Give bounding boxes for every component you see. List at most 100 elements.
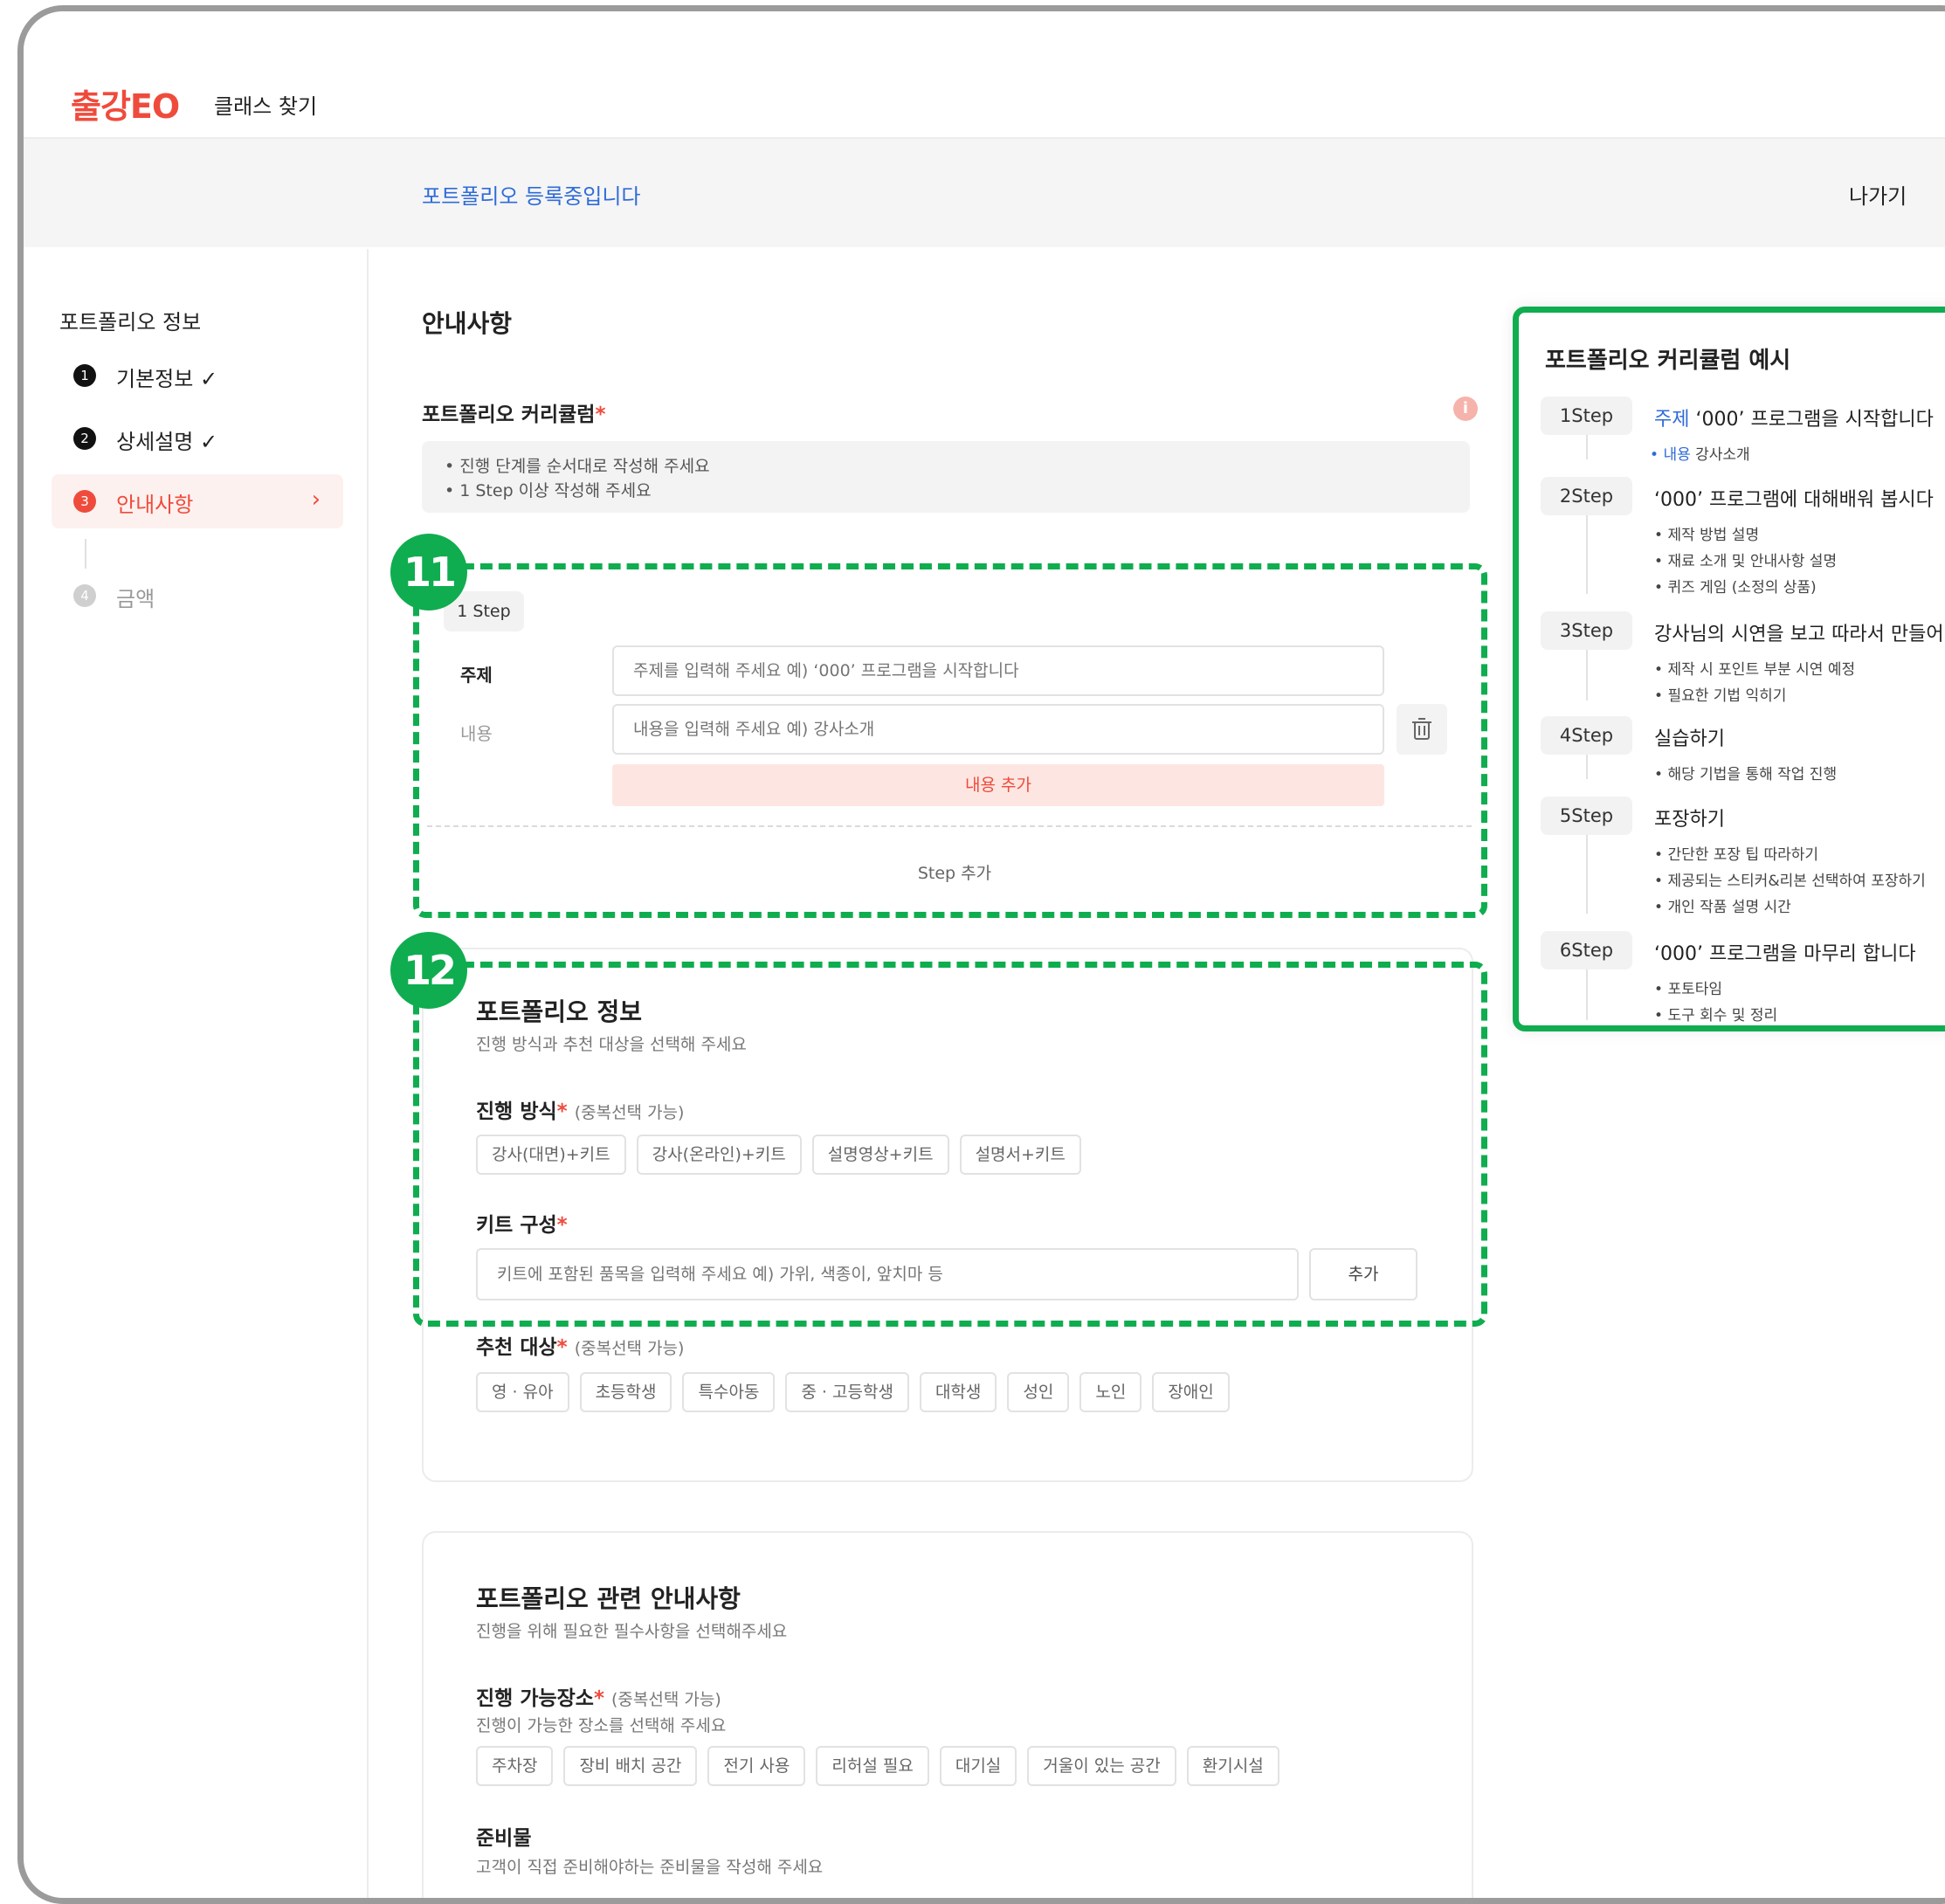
bullet-text: 포토타임 xyxy=(1667,981,1722,998)
bullet-text: 제작 시 포인트 부분 시연 예정 xyxy=(1667,661,1856,679)
heading-prefix: 주제 xyxy=(1654,409,1690,431)
bullet-text: 제공되는 스티커&리본 선택하여 포장하기 xyxy=(1667,873,1926,890)
top-nav: 출강EO 클래스 찾기 xyxy=(24,11,1945,139)
place-chip[interactable]: 환기시설 xyxy=(1186,1746,1279,1786)
example-title: 포트폴리오 커리큘럼 예시 xyxy=(1545,348,1791,374)
target-chip[interactable]: 대학생 xyxy=(919,1372,997,1412)
multi-select-note: (중복선택 가능) xyxy=(611,1690,721,1709)
example-step-chip: 2Step xyxy=(1541,477,1632,515)
card-title: 포트폴리오 관련 안내사항 xyxy=(476,1584,741,1613)
bullet-text: 퀴즈 게임 (소정의 상품) xyxy=(1667,579,1817,597)
bullet-text: 간단한 포장 팁 따라하기 xyxy=(1667,846,1819,864)
bullet-text: 해당 기법을 통해 작업 진행 xyxy=(1667,766,1838,783)
curriculum-label: 포트폴리오 커리큘럼* xyxy=(422,397,605,427)
example-bullet: • 내용 강사소개 xyxy=(1650,446,1750,464)
step-number-badge: 4 xyxy=(73,584,96,607)
place-chip[interactable]: 전기 사용 xyxy=(707,1746,806,1786)
step-connector xyxy=(1586,515,1588,594)
step-connector xyxy=(1586,835,1588,914)
example-step-chip: 5Step xyxy=(1541,797,1632,835)
example-step-chip: 1Step xyxy=(1541,397,1632,435)
example-bullet: • 개인 작품 설명 시간 xyxy=(1654,899,1791,916)
target-chip[interactable]: 초등학생 xyxy=(579,1372,672,1412)
example-step-heading: 주제 ‘000’ 프로그램을 시작합니다 xyxy=(1654,404,1934,431)
step-number-badge: 3 xyxy=(73,490,96,513)
step-number-badge: 1 xyxy=(73,364,96,387)
example-step-chip: 6Step xyxy=(1541,931,1632,969)
exit-button[interactable]: 나가기 xyxy=(1849,179,1907,210)
place-chip[interactable]: 대기실 xyxy=(939,1746,1017,1786)
target-label-text: 추천 대상 xyxy=(476,1336,557,1359)
step-connector xyxy=(1586,755,1588,779)
bullet-text: 필요한 기법 익히기 xyxy=(1667,687,1787,705)
place-label-text: 진행 가능장소 xyxy=(476,1687,594,1710)
place-chip[interactable]: 리허설 필요 xyxy=(816,1746,929,1786)
chevron-right-icon: › xyxy=(311,486,321,513)
step-connector xyxy=(1586,969,1588,1020)
prep-subtitle: 고객이 직접 준비해야하는 준비물을 작성해 주세요 xyxy=(476,1858,824,1877)
example-bullet: • 포토타임 xyxy=(1654,981,1722,998)
target-chip[interactable]: 장애인 xyxy=(1152,1372,1230,1412)
bullet-text: 강사소개 xyxy=(1695,446,1750,464)
curriculum-example-panel: 포트폴리오 커리큘럼 예시 1Step 주제 ‘000’ 프로그램을 시작합니다… xyxy=(1513,307,1945,1031)
portfolio-notice-card: 포트폴리오 관련 안내사항 진행을 위해 필요한 필수사항을 선택해주세요 진행… xyxy=(422,1531,1473,1898)
registration-bar: 포트폴리오 등록중입니다 나가기 xyxy=(24,139,1945,247)
place-chip[interactable]: 장비 배치 공간 xyxy=(563,1746,698,1786)
sidebar-item-label: 안내사항 xyxy=(116,493,194,517)
example-step-heading: 강사님의 시연을 보고 따라서 만들어 봅시다 xyxy=(1654,624,1945,645)
example-step-chip: 4Step xyxy=(1541,716,1632,755)
sidebar-item-price[interactable]: 4 금액 xyxy=(52,569,343,623)
card-subtitle: 진행을 위해 필요한 필수사항을 선택해주세요 xyxy=(476,1622,788,1641)
example-step-heading: 실습하기 xyxy=(1654,728,1725,750)
bullet-text: 재료 소개 및 안내사항 설명 xyxy=(1667,553,1838,570)
example-bullet: • 간단한 포장 팁 따라하기 xyxy=(1654,846,1819,864)
heading-text: ‘000’ 프로그램을 시작합니다 xyxy=(1689,409,1934,431)
highlight-box-11 xyxy=(413,563,1487,918)
multi-select-note: (중복선택 가능) xyxy=(574,1339,685,1358)
example-bullet: • 도구 회수 및 정리 xyxy=(1654,1007,1778,1024)
target-chip[interactable]: 노인 xyxy=(1079,1372,1142,1412)
sidebar-title: 포트폴리오 정보 xyxy=(59,310,202,335)
sidebar-item-basic-info[interactable]: 1 기본정보 ✓ xyxy=(52,348,343,403)
target-chips: 영 · 유아 초등학생 특수아동 중 · 고등학생 대학생 성인 노인 장애인 xyxy=(476,1372,1230,1412)
guide-box: • 진행 단계를 순서대로 작성해 주세요 • 1 Step 이상 작성해 주세… xyxy=(422,441,1470,513)
sidebar-item-detail[interactable]: 2 상세설명 ✓ xyxy=(52,411,343,466)
nav-find-class-link[interactable]: 클래스 찾기 xyxy=(214,89,317,120)
logo[interactable]: 출강EO xyxy=(71,79,180,128)
target-chip[interactable]: 성인 xyxy=(1007,1372,1070,1412)
place-chip[interactable]: 주차장 xyxy=(476,1746,554,1786)
example-bullet: • 필요한 기법 익히기 xyxy=(1654,687,1787,705)
required-mark: * xyxy=(593,1687,604,1710)
guide-line: • 진행 단계를 순서대로 작성해 주세요 xyxy=(445,457,710,476)
target-chip[interactable]: 영 · 유아 xyxy=(476,1372,569,1412)
step-connector xyxy=(1586,435,1588,459)
bullet-text: 개인 작품 설명 시간 xyxy=(1667,899,1791,916)
target-chip[interactable]: 중 · 고등학생 xyxy=(785,1372,909,1412)
place-chips: 주차장 장비 배치 공간 전기 사용 리허설 필요 대기실 거울이 있는 공간 … xyxy=(476,1746,1279,1786)
place-subtitle: 진행이 가능한 장소를 선택해 주세요 xyxy=(476,1716,727,1735)
curriculum-label-text: 포트폴리오 커리큘럼 xyxy=(422,404,596,426)
prep-label: 준비물 xyxy=(476,1827,532,1850)
sidebar-item-label: 금액 xyxy=(116,587,155,611)
example-bullet: • 해당 기법을 통해 작업 진행 xyxy=(1654,766,1838,783)
guide-line: • 1 Step 이상 작성해 주세요 xyxy=(445,481,652,500)
example-bullet: • 재료 소개 및 안내사항 설명 xyxy=(1654,553,1838,570)
target-chip[interactable]: 특수아동 xyxy=(682,1372,776,1412)
sidebar-item-notice[interactable]: 3 안내사항 › xyxy=(52,474,343,528)
example-bullet: • 제작 시 포인트 부분 시연 예정 xyxy=(1654,661,1856,679)
example-bullet: • 제작 방법 설명 xyxy=(1654,527,1760,544)
step-connector xyxy=(1586,650,1588,700)
example-step-chip: 3Step xyxy=(1541,611,1632,650)
place-label: 진행 가능장소* (중복선택 가능) xyxy=(476,1681,721,1711)
info-icon[interactable]: i xyxy=(1453,397,1478,421)
bullet-text: 제작 방법 설명 xyxy=(1667,527,1760,544)
place-chip[interactable]: 거울이 있는 공간 xyxy=(1027,1746,1176,1786)
example-step-heading: ‘000’ 프로그램을 마무리 합니다 xyxy=(1654,943,1916,965)
annotation-badge-11: 11 xyxy=(390,534,467,611)
bullet-prefix: 내용 xyxy=(1663,446,1691,464)
step-connector xyxy=(85,539,86,569)
required-mark: * xyxy=(556,1336,568,1359)
required-mark: * xyxy=(595,404,606,426)
example-step-heading: ‘000’ 프로그램에 대해배워 봅시다 xyxy=(1654,489,1934,511)
annotation-badge-12: 12 xyxy=(390,932,467,1009)
